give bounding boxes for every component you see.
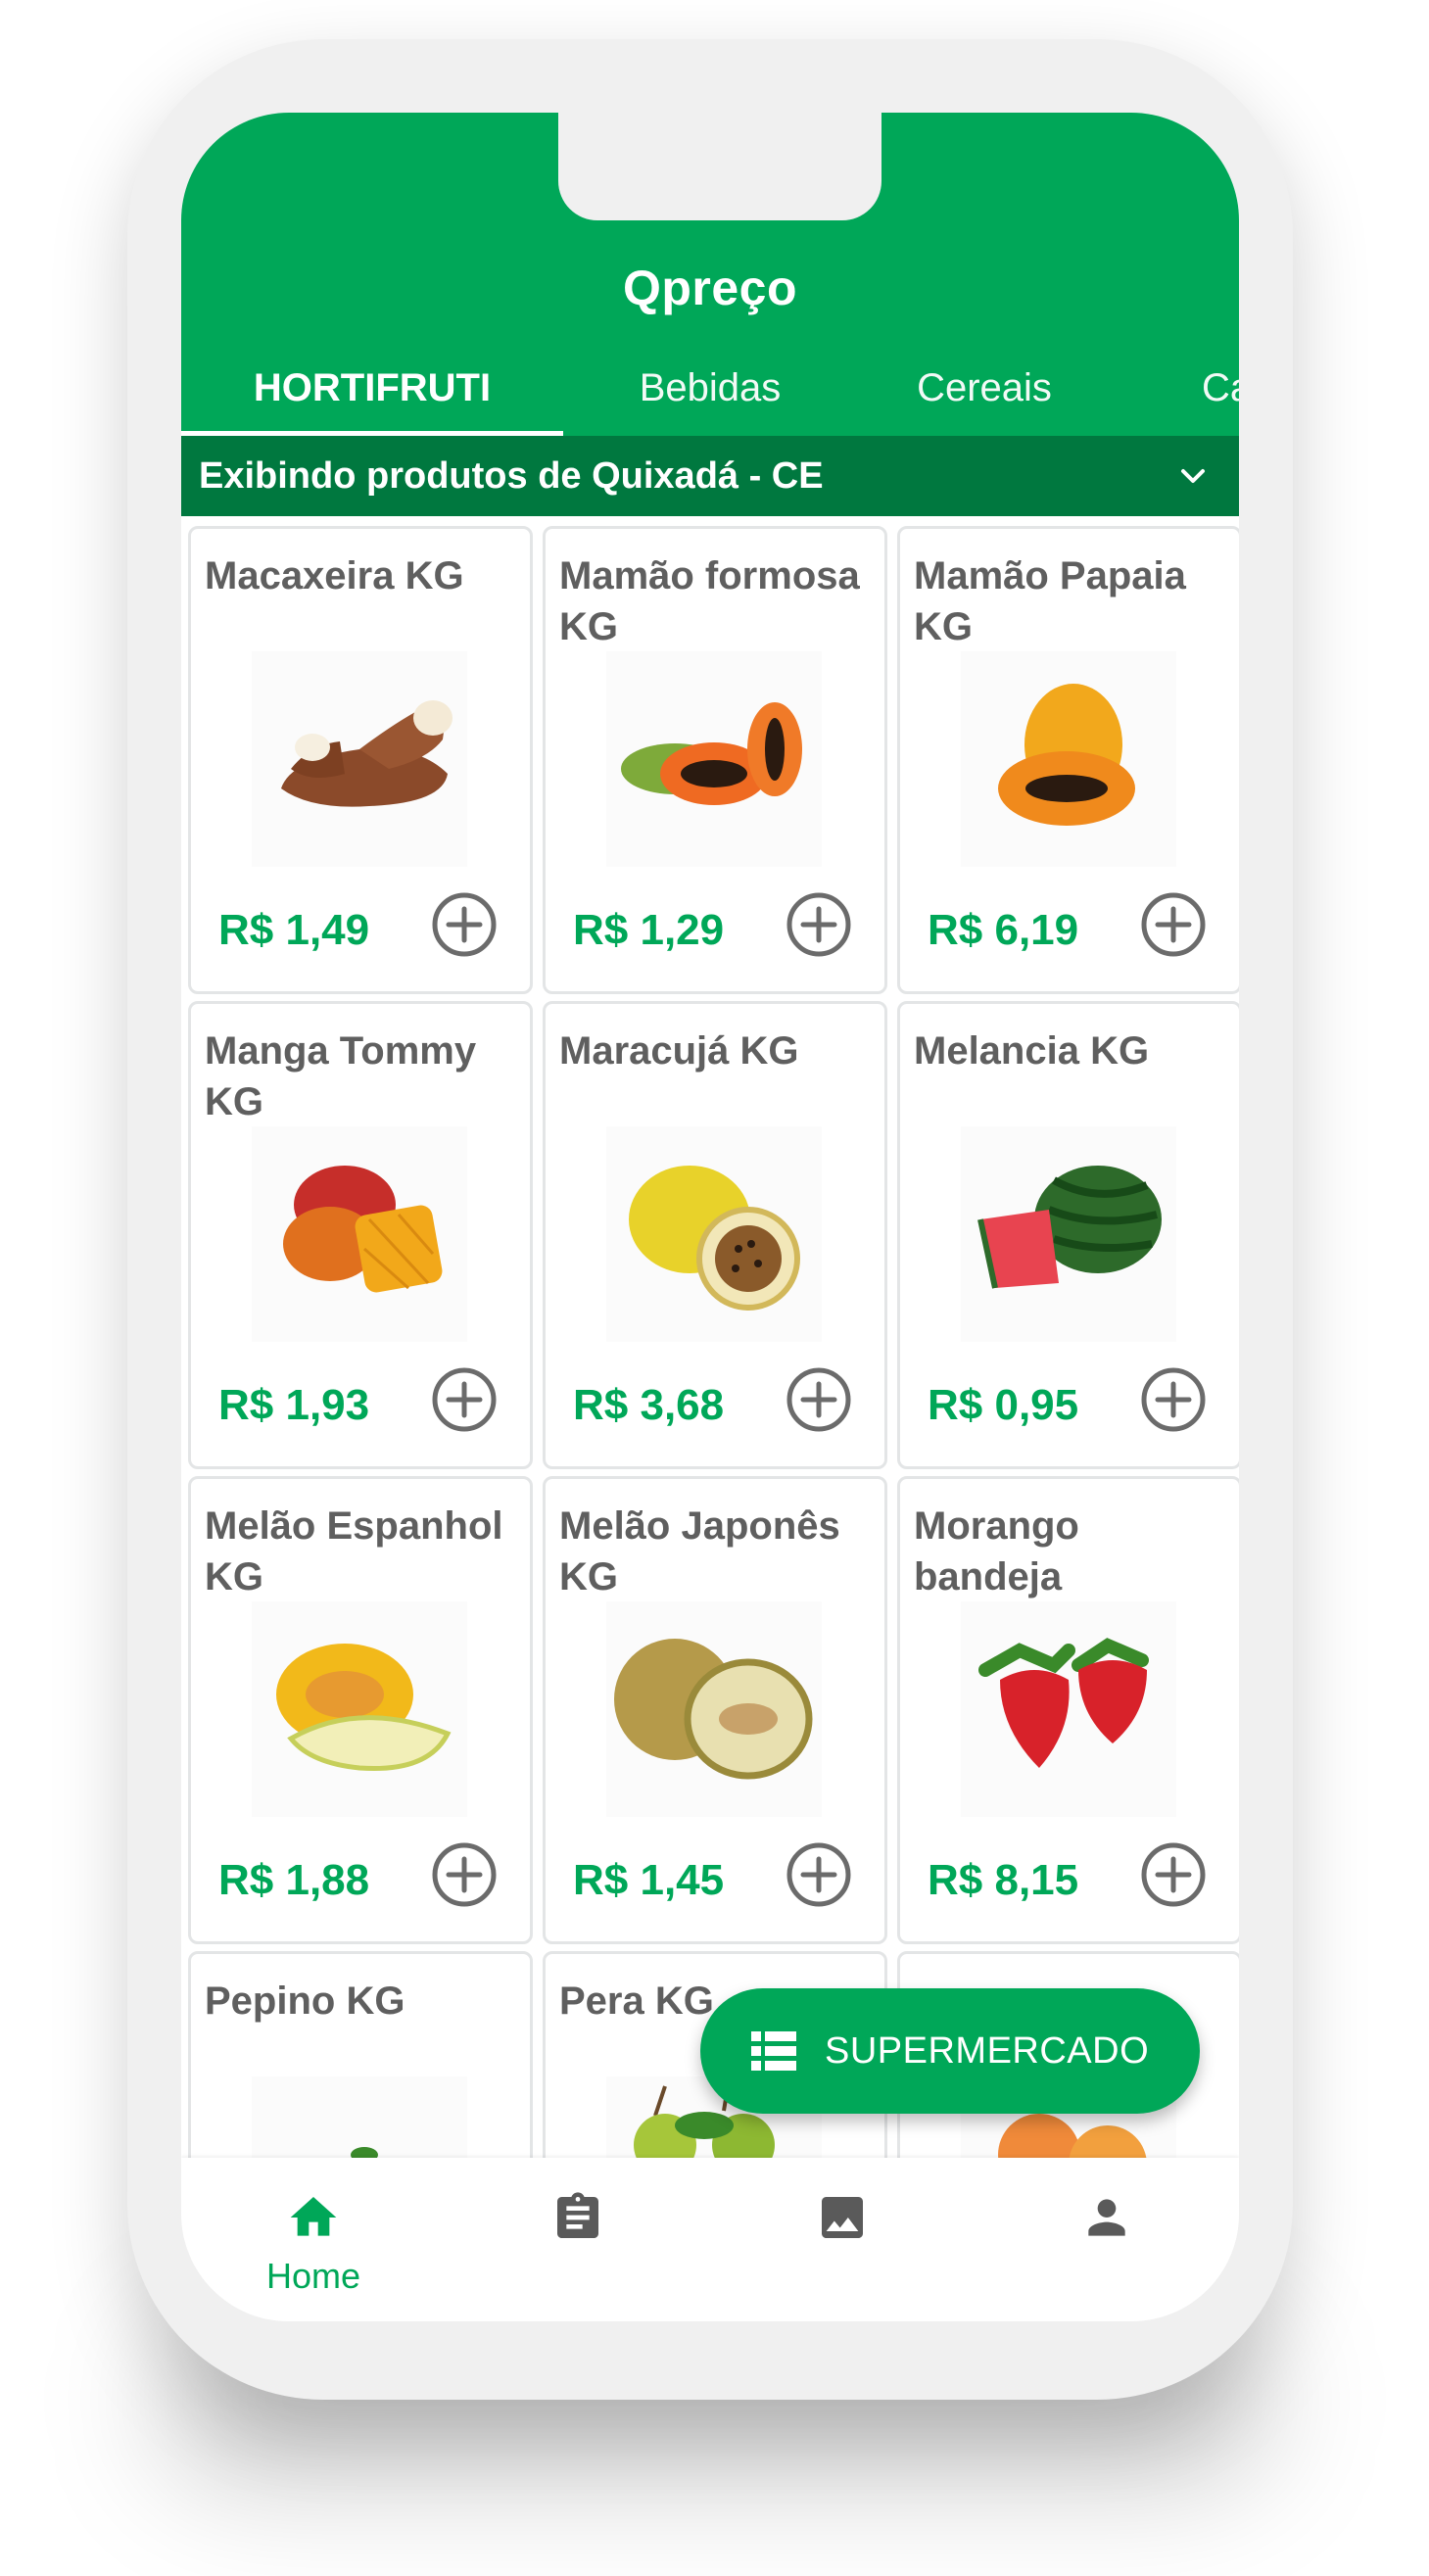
add-circle-icon[interactable] bbox=[1140, 1366, 1207, 1433]
product-name: Melancia KG bbox=[914, 1029, 1150, 1073]
cassava-image bbox=[252, 651, 467, 867]
strawberry-image bbox=[961, 1601, 1176, 1817]
papaya-small-image bbox=[961, 651, 1176, 867]
tab-partial[interactable]: Ca bbox=[1202, 348, 1239, 436]
product-price: R$ 1,93 bbox=[218, 1381, 370, 1429]
product-name: Maracujá KG bbox=[559, 1029, 799, 1073]
app-title: Qpreço bbox=[622, 261, 798, 315]
bottom-navigation: Home bbox=[181, 2158, 1239, 2321]
product-price: R$ 1,49 bbox=[218, 906, 370, 954]
category-tabs: HORTIFRUTI Bebidas Cereais Ca bbox=[181, 348, 1239, 436]
product-name: Morango bandeja bbox=[914, 1504, 1079, 1598]
add-circle-icon[interactable] bbox=[1140, 891, 1207, 958]
image-icon bbox=[822, 2197, 863, 2238]
nav-list[interactable] bbox=[446, 2158, 710, 2321]
supermarket-button[interactable]: SUPERMERCADO bbox=[700, 1988, 1200, 2114]
nav-gallery[interactable] bbox=[710, 2158, 975, 2321]
mango-image bbox=[252, 1126, 467, 1342]
spanish-melon-image bbox=[252, 1601, 467, 1817]
person-icon bbox=[1088, 2199, 1125, 2236]
product-price: R$ 3,68 bbox=[573, 1381, 725, 1429]
product-name: Pepino KG bbox=[205, 1980, 405, 2023]
home-icon bbox=[290, 2197, 337, 2236]
product-price: R$ 6,19 bbox=[928, 906, 1079, 954]
add-circle-icon[interactable] bbox=[1140, 1841, 1207, 1908]
location-text: Exibindo produtos de Quixadá - CE bbox=[199, 455, 824, 497]
papaya-image bbox=[606, 651, 822, 867]
product-price: R$ 1,45 bbox=[573, 1856, 725, 1904]
product-name: Mamão Papaia KG bbox=[914, 554, 1186, 648]
list-icon bbox=[751, 2031, 796, 2071]
phone-notch bbox=[558, 113, 881, 220]
add-circle-icon[interactable] bbox=[431, 1366, 498, 1433]
add-circle-icon[interactable] bbox=[786, 1366, 852, 1433]
passion-fruit-image bbox=[606, 1126, 822, 1342]
add-circle-icon[interactable] bbox=[431, 1841, 498, 1908]
product-card[interactable]: Melancia KG R$ 0,95 bbox=[897, 1001, 1239, 1469]
product-card[interactable]: Morango bandeja R$ 8,15 bbox=[897, 1476, 1239, 1944]
product-price: R$ 1,29 bbox=[573, 906, 725, 954]
watermelon-image bbox=[961, 1126, 1176, 1342]
product-card[interactable]: Melão Japonês KG R$ 1,45 bbox=[543, 1476, 887, 1944]
supermarket-label: SUPERMERCADO bbox=[825, 2030, 1150, 2072]
nav-profile[interactable] bbox=[975, 2158, 1239, 2321]
add-circle-icon[interactable] bbox=[786, 1841, 852, 1908]
product-name: Macaxeira KG bbox=[205, 554, 464, 597]
product-price: R$ 8,15 bbox=[928, 1856, 1079, 1904]
product-card[interactable]: Macaxeira KG R$ 1,49 bbox=[188, 526, 533, 994]
product-card[interactable]: Mamão Papaia KG R$ 6,19 bbox=[897, 526, 1239, 994]
product-price: R$ 0,95 bbox=[928, 1381, 1079, 1429]
product-name: Mamão formosa KG bbox=[559, 554, 860, 648]
chevron-down-icon bbox=[1181, 469, 1205, 483]
japanese-melon-image bbox=[606, 1601, 822, 1817]
location-selector[interactable]: Exibindo produtos de Quixadá - CE bbox=[181, 436, 1239, 516]
product-card[interactable]: Mamão formosa KG R$ 1,29 bbox=[543, 526, 887, 994]
add-circle-icon[interactable] bbox=[786, 891, 852, 958]
clipboard-icon bbox=[557, 2192, 598, 2238]
product-card[interactable]: Maracujá KG R$ 3,68 bbox=[543, 1001, 887, 1469]
product-name: Melão Espanhol KG bbox=[205, 1504, 503, 1598]
product-price: R$ 1,88 bbox=[218, 1856, 370, 1904]
product-card[interactable]: Melão Espanhol KG R$ 1,88 bbox=[188, 1476, 533, 1944]
tab-cereais[interactable]: Cereais bbox=[857, 348, 1112, 436]
app-screen: Qpreço HORTIFRUTI Bebidas Cereais Ca Exi… bbox=[181, 113, 1239, 2321]
tab-hortifruti[interactable]: HORTIFRUTI bbox=[181, 348, 563, 436]
nav-home-label: Home bbox=[265, 2256, 361, 2296]
add-circle-icon[interactable] bbox=[431, 891, 498, 958]
nav-home[interactable]: Home bbox=[181, 2158, 446, 2321]
product-name: Melão Japonês KG bbox=[559, 1504, 840, 1598]
product-name: Manga Tommy KG bbox=[205, 1029, 477, 1123]
product-card[interactable]: Manga Tommy KG R$ 1,93 bbox=[188, 1001, 533, 1469]
tab-bebidas[interactable]: Bebidas bbox=[563, 348, 857, 436]
